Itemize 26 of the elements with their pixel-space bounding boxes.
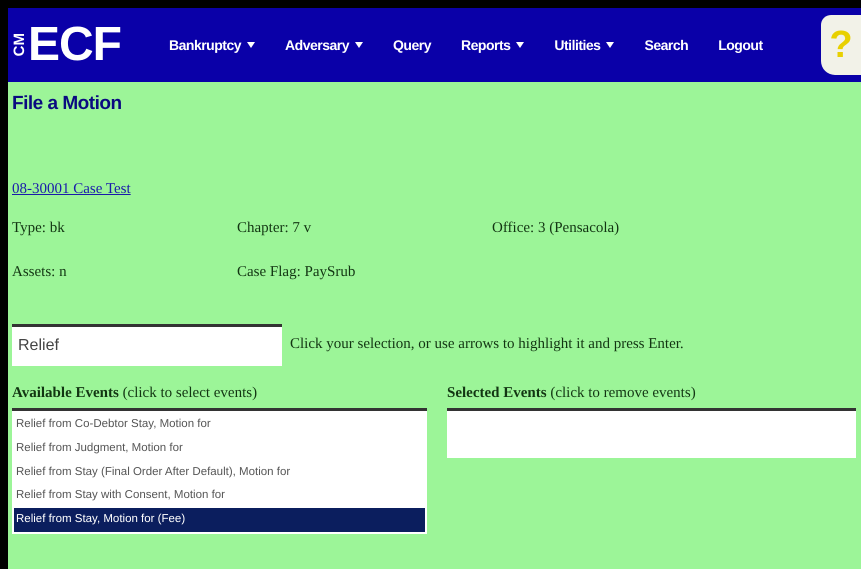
case-info-text: Assets: n <box>12 263 68 282</box>
menu-item[interactable]: Utilities <box>554 34 614 56</box>
event-option[interactable]: Relief from Stay (Final Order After Default), Motion for <box>14 460 425 484</box>
available-events-label: Available Events (click to select events) <box>12 384 258 402</box>
search-field[interactable]: Relief <box>12 324 282 366</box>
case-info-text: Office: 3 (Pensacola) <box>492 218 620 238</box>
menu-item[interactable]: Query <box>393 34 431 56</box>
search-hint: Click your selection, or use arrows to highlight it and press Enter. <box>290 335 684 354</box>
menu-item[interactable]: Search <box>644 34 688 56</box>
event-option[interactable]: Relief from Stay with Consent, Motion for <box>14 484 425 508</box>
page-title: File a Motion <box>12 92 123 116</box>
selected-events-label: Selected Events (click to remove events) <box>447 384 697 402</box>
logo-text: ECF <box>28 21 121 69</box>
selected-events-list[interactable] <box>447 408 856 458</box>
case-info-text: Case Flag: PaySrub <box>237 263 356 282</box>
event-option[interactable]: Relief from Stay, Motion for (Fee) <box>14 508 425 532</box>
menu-item[interactable]: Bankruptcy <box>169 34 256 56</box>
menu-item[interactable]: Adversary <box>285 34 364 56</box>
case-info-text: Type: bk <box>12 218 66 238</box>
menu-item[interactable]: Logout <box>718 34 763 56</box>
menu-item[interactable]: Reports <box>461 34 524 56</box>
case-link[interactable]: 08-30001 Case Test <box>12 180 131 196</box>
logo-prefix: CM <box>12 33 28 57</box>
event-option[interactable]: Relief from Judgment, Motion for <box>14 436 425 461</box>
event-option[interactable]: Relief from Co-Debtor Stay, Motion for <box>14 413 425 437</box>
case-info-text: Chapter: 7 v <box>237 218 312 238</box>
